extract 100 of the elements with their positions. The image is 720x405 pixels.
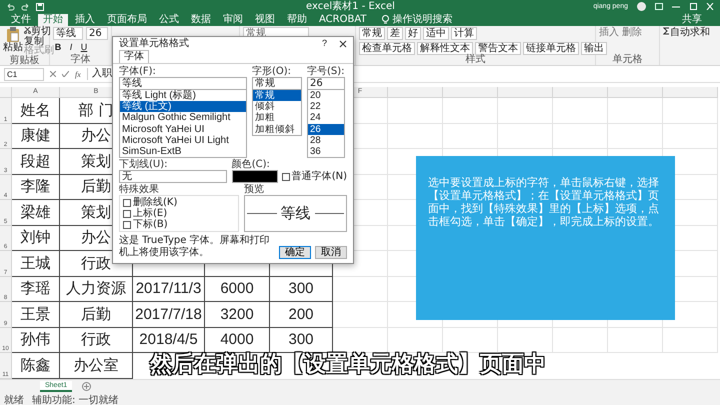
table-cell: 李隆 <box>12 174 60 200</box>
table-cell: 姓名 <box>12 98 60 124</box>
cell-style-option[interactable]: 链接单元格 <box>523 42 579 55</box>
dialog-tab[interactable]: 字体 <box>119 50 149 63</box>
enter-icon[interactable] <box>62 71 69 77</box>
font-field[interactable]: 等线 <box>119 77 247 90</box>
empty-cell <box>608 328 663 353</box>
empty-cell <box>388 328 443 353</box>
share-button[interactable]: 共享 <box>682 14 720 26</box>
font-size-field[interactable]: 26 <box>86 27 108 40</box>
cell-style-option[interactable]: 好 <box>405 27 421 40</box>
format-button[interactable]: U <box>79 42 89 53</box>
table-cell: 后勤 <box>60 302 133 328</box>
add-sheet-icon[interactable] <box>82 382 92 391</box>
ribbon-tab[interactable]: 插入 <box>70 14 100 26</box>
restore-icon[interactable] <box>689 3 697 10</box>
ribbon-tab[interactable]: 视图 <box>250 14 280 26</box>
cell-style-option[interactable]: 常规 <box>359 27 385 40</box>
insert-function-button[interactable]: fx <box>75 70 81 78</box>
cut-button[interactable]: 剪切 <box>24 27 54 36</box>
preview-text: 等线 <box>280 204 310 224</box>
status-text: 辅助功能: 一切就绪 <box>32 394 119 405</box>
empty-cell <box>663 328 718 353</box>
font-style-option[interactable]: 倾斜 <box>253 101 301 112</box>
table-cell: 200 <box>270 302 333 328</box>
close-icon[interactable] <box>339 40 347 48</box>
field-label: 字体(F): <box>119 66 157 77</box>
empty-cell <box>388 98 443 124</box>
cell-style-option[interactable]: 警告文本 <box>475 42 521 55</box>
ribbon-tab[interactable]: 帮助 <box>282 14 312 26</box>
name-box[interactable]: C1 <box>4 68 44 80</box>
ribbon-display-icon[interactable] <box>655 3 663 10</box>
empty-cell <box>443 328 498 353</box>
ribbon-tab[interactable]: 页面布局 <box>102 14 152 26</box>
table-cell: 李瑶 <box>12 276 60 302</box>
ribbon-tab[interactable]: 审阅 <box>218 14 248 26</box>
ribbon-tab[interactable]: 文件 <box>6 14 36 26</box>
lightbulb-icon <box>382 15 388 24</box>
font-size-option[interactable]: 36 <box>308 146 344 158</box>
group-label: 剪贴板 <box>8 56 40 66</box>
group-label: 字体 <box>70 55 92 65</box>
group-label: 单元格 <box>612 55 644 65</box>
status-text: 就绪 <box>4 394 24 405</box>
cell-style-option[interactable]: 计算 <box>451 27 477 40</box>
font-style-option[interactable]: 加粗倾斜 <box>253 124 301 135</box>
paste-button[interactable]: 粘贴 <box>3 27 23 56</box>
font-style-field[interactable]: 常规 <box>252 77 302 90</box>
cell-style-option[interactable]: 适中 <box>423 27 449 40</box>
cell-style-option[interactable]: 检查单元格 <box>359 42 415 55</box>
font-style-option[interactable]: 常规 <box>253 90 301 102</box>
ribbon-tab[interactable]: 数据 <box>186 14 216 26</box>
group-label: 样式 <box>464 55 486 65</box>
undo-icon[interactable] <box>6 2 15 10</box>
redo-icon[interactable] <box>21 2 30 10</box>
empty-cell <box>388 124 443 149</box>
group-label: 预览 <box>244 184 265 196</box>
cancel-icon[interactable] <box>50 71 56 77</box>
color-dropdown[interactable] <box>232 170 278 184</box>
avatar-icon[interactable] <box>637 2 646 11</box>
tell-me-search[interactable]: 操作说明搜索 <box>392 14 452 26</box>
ribbon-tab[interactable]: ACROBAT <box>314 14 372 26</box>
font-size-option[interactable]: 28 <box>308 134 344 146</box>
scissors-icon <box>24 27 31 34</box>
format-button[interactable]: I <box>66 42 76 53</box>
ribbon-tab[interactable]: 开始 <box>38 14 68 26</box>
underline-dropdown[interactable]: 无 <box>119 170 227 184</box>
sum-icon <box>663 27 670 35</box>
callout-text: 选中要设置成上标的字符，单击鼠标右键，选择【设置单元格格式】；在【设置单元格格式】页面中，找到【特殊效果】里的【上标】选项，点击框勾选，单击【确定】，即完成上标的设置。 <box>428 176 660 228</box>
table-cell: 刘钟 <box>12 226 60 251</box>
dialog-title: 设置单元格格式 <box>119 37 190 50</box>
table-cell: 300 <box>270 276 333 302</box>
font-style-option[interactable]: 加粗 <box>253 112 301 124</box>
font-size-option[interactable]: 24 <box>308 112 344 124</box>
format-button[interactable]: B <box>53 42 63 53</box>
empty-cell <box>553 328 608 353</box>
autosum-button[interactable]: 自动求和 <box>663 27 710 65</box>
empty-cell <box>443 98 498 124</box>
font-size-option[interactable]: 22 <box>308 101 344 112</box>
font-size-field[interactable]: 26 <box>307 77 345 90</box>
help-button[interactable]: ? <box>322 37 327 50</box>
normal-font-checkbox[interactable]: 普通字体(N) <box>282 171 347 182</box>
empty-cell <box>333 302 388 328</box>
cell-style-option[interactable]: 差 <box>387 27 403 40</box>
field-label: 颜色(C): <box>232 159 271 170</box>
font-option[interactable]: 等线 (正文) <box>120 101 246 112</box>
table-cell: 王城 <box>12 251 60 276</box>
copy-button[interactable]: 复制 <box>24 36 54 46</box>
empty-cell <box>498 98 553 124</box>
ribbon-tab[interactable]: 公式 <box>154 14 184 26</box>
table-cell: 孙伟 <box>12 328 60 353</box>
font-name-field[interactable]: 等线 <box>53 27 83 40</box>
empty-cell <box>663 98 718 124</box>
dialog-button[interactable]: 取消 <box>315 246 347 260</box>
dialog-button[interactable]: 确定 <box>279 246 311 260</box>
font-size-option[interactable]: 26 <box>308 124 344 135</box>
cell-style-option[interactable]: 解释性文本 <box>417 42 473 55</box>
table-cell: 6000 <box>205 276 270 302</box>
cell-style-option[interactable]: 输出 <box>581 42 607 55</box>
save-icon[interactable] <box>36 2 44 10</box>
delete-button[interactable]: 删除 <box>622 27 642 55</box>
